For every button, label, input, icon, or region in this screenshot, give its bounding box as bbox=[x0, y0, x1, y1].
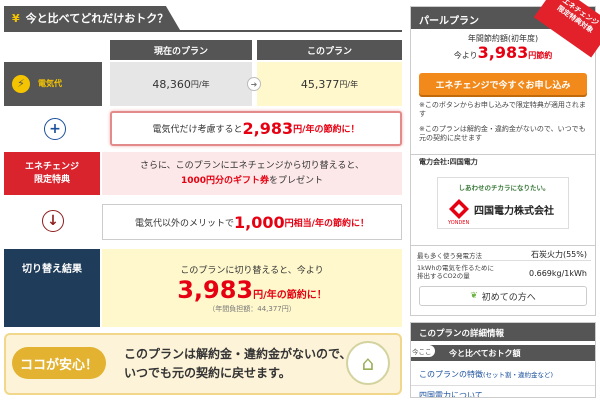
column-current-plan: 現在のプラン bbox=[110, 40, 252, 60]
link-plan-features-sub: (セット割・違約金など) bbox=[483, 371, 554, 379]
safe-box: ココが安心！ このプランは解約金・違約金がないので、 いつでも元の契約に戻せます… bbox=[4, 333, 402, 395]
current-location-badge: 今ここ bbox=[411, 345, 435, 357]
link-about-company[interactable]: 四国電力について bbox=[419, 390, 483, 397]
guide-label: 初めての方へ bbox=[481, 292, 536, 303]
annual-burden: （年間負担額：44,377円） bbox=[208, 304, 296, 313]
new-cost-value: 45,377 bbox=[300, 77, 340, 91]
detail-title: このプランの詳細情報 bbox=[411, 323, 595, 341]
new-cost-unit: 円/年 bbox=[339, 79, 359, 89]
plan-panel: パールプラン エネチェンジ 限定特典対象 年間節約額(初年度) 今より3,983… bbox=[410, 0, 600, 246]
switch-result-line1: このプランに切り替えると、今より bbox=[180, 265, 324, 276]
logo-name: 四国電力株式会社 bbox=[474, 206, 554, 217]
switch-result-suffix: 円/年の節約に！ bbox=[253, 289, 327, 301]
co2-value: 0.669kg/1kWh bbox=[528, 269, 587, 278]
safe-text: このプランは解約金・違約金がないので、 いつでも元の契約に戻せます。 bbox=[124, 345, 352, 382]
price-suffix: 円節約 bbox=[528, 51, 553, 60]
safe-line2: いつでも元の契約に戻せます。 bbox=[124, 365, 291, 380]
apply-now-button[interactable]: エネチェンジで今すぐお申し込み bbox=[419, 73, 587, 95]
other-merit-prefix: 電気代以外のメリットで bbox=[135, 218, 235, 229]
lightning-icon: ⚡ bbox=[12, 75, 30, 93]
divider bbox=[411, 154, 595, 155]
first-time-guide-button[interactable]: ❦ 初めての方へ bbox=[419, 286, 587, 306]
column-current-label: 現在のプラン bbox=[153, 46, 208, 57]
link-plan-features-label: このプランの特徴 bbox=[419, 370, 483, 379]
arrow-down-icon: ↓ bbox=[42, 210, 64, 232]
gift-amount: 1000円分のギフト券 bbox=[180, 175, 270, 186]
annual-savings-caption: 年間節約額(初年度) bbox=[467, 34, 539, 43]
note-no-fee: ※このプランは解約金・違約金がないので、いつでも元の契約に戻せます bbox=[419, 125, 586, 143]
section-title: 今と比べてどれだけおトク？ bbox=[25, 12, 169, 25]
home-return-icon: ⌂ bbox=[346, 341, 390, 385]
electricity-savings-box: 電気代だけ考慮すると 2,983 円/年の節約に！ bbox=[110, 111, 402, 146]
other-merit-suffix: 円相当/年の節約に！ bbox=[284, 218, 369, 229]
enechange-label-line2: 限定特典 bbox=[33, 174, 70, 185]
savings-suffix: 円/年の節約に！ bbox=[293, 125, 360, 135]
plus-icon: + bbox=[44, 118, 66, 140]
switch-result-label-text: 切り替え結果 bbox=[22, 264, 82, 275]
leaf-icon: ❦ bbox=[470, 291, 478, 301]
logo-sub: YONDEN bbox=[448, 220, 470, 226]
this-plan-cost: 45,377 円/年 bbox=[257, 62, 402, 106]
logo-slogan: しあわせのチカラになりたい。 bbox=[458, 184, 550, 192]
yen-icon: ¥ bbox=[12, 11, 20, 25]
tab-savings[interactable]: 今と比べておトク額 bbox=[411, 345, 595, 361]
current-plan-cost: 48,360 円/年 bbox=[110, 62, 252, 106]
switch-result-label: 切り替え結果 bbox=[4, 249, 100, 327]
co2-label: 1kWhの電気を作るために 排出するCO2の量 bbox=[417, 264, 494, 281]
generation-source-label: 最も多く使う発電方法 bbox=[417, 252, 482, 260]
electricity-label: ⚡ 電気代 bbox=[4, 62, 102, 106]
electricity-label-text: 電気代 bbox=[38, 78, 62, 88]
divider bbox=[411, 385, 595, 386]
column-new-label: このプラン bbox=[306, 46, 352, 57]
gift-suffix: をプレゼント bbox=[269, 175, 324, 186]
section-header: ¥ 今と比べてどれだけおトク？ bbox=[4, 6, 180, 30]
enechange-line1: さらに、このプランにエネチェンジから切り替えると、 bbox=[139, 161, 365, 172]
header-underline bbox=[4, 30, 402, 32]
savings-amount: 2,983 bbox=[242, 119, 294, 138]
current-cost-value: 48,360 bbox=[152, 77, 191, 91]
enechange-label-line1: エネチェンジ bbox=[24, 162, 79, 173]
company-label: 電力会社:四国電力 bbox=[419, 158, 478, 166]
other-merit-amount: 1,000 bbox=[234, 212, 285, 232]
detail-panel: このプランの詳細情報 今と比べておトク額 今ここ このプランの特徴(セット割・違… bbox=[410, 322, 596, 398]
link-plan-features[interactable]: このプランの特徴(セット割・違約金など) bbox=[419, 369, 553, 380]
plan-info-panel: 最も多く使う発電方法 石炭火力(55%) 1kWhの電気を作るために 排出するC… bbox=[410, 246, 596, 316]
arrow-right-icon: ➜ bbox=[247, 77, 261, 91]
column-this-plan: このプラン bbox=[257, 40, 402, 60]
annual-savings: 今より3,983円節約 bbox=[411, 43, 595, 62]
divider bbox=[417, 260, 591, 261]
co2-label-line2: 排出するCO2の量 bbox=[417, 272, 470, 281]
yonden-logo-mark bbox=[449, 199, 469, 219]
enechange-bonus-body: さらに、このプランにエネチェンジから切り替えると、 1000円分のギフト券をプレ… bbox=[102, 152, 402, 195]
current-cost-unit: 円/年 bbox=[190, 79, 210, 89]
safe-tag: ココが安心！ bbox=[12, 347, 106, 379]
generation-source-value: 石炭火力(55%) bbox=[530, 250, 587, 259]
note-bonus: ※このボタンからお申し込みで限定特典が適用されます bbox=[419, 101, 586, 119]
savings-prefix: 電気代だけ考慮すると bbox=[152, 125, 243, 135]
switch-result-body: このプランに切り替えると、今より 3,983円/年の節約に！ （年間負担額：44… bbox=[102, 249, 402, 327]
company-logo: しあわせのチカラになりたい。 四国電力株式会社 YONDEN bbox=[437, 177, 569, 229]
price-amount: 3,983 bbox=[477, 43, 529, 62]
other-merit-box: 電気代以外のメリットで 1,000 円相当/年の節約に！ bbox=[102, 204, 402, 240]
enechange-bonus-label: エネチェンジ 限定特典 bbox=[4, 152, 100, 195]
switch-result-amount: 3,983 bbox=[177, 275, 254, 304]
safe-line1: このプランは解約金・違約金がないので、 bbox=[124, 347, 352, 361]
price-prefix: 今より bbox=[453, 51, 478, 60]
